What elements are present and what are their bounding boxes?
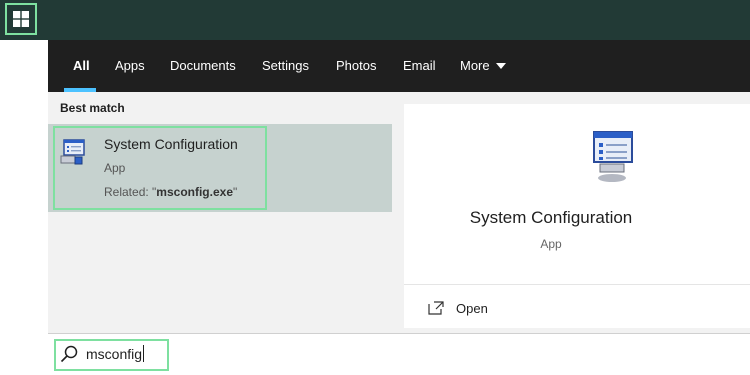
preview-title: System Configuration: [469, 208, 633, 227]
best-match-result[interactable]: System Configuration App Related: "mscon…: [48, 124, 392, 212]
search-tabs-bar: All Apps Documents Settings Photos Email…: [48, 40, 750, 92]
result-title: System Configuration: [104, 136, 238, 152]
search-input-value: msconfig: [86, 345, 143, 362]
tab-more-label: More: [460, 58, 490, 73]
preview-pane: System Configuration App Open: [404, 104, 750, 328]
result-type: App: [104, 161, 126, 175]
related-name: msconfig.exe: [156, 185, 233, 199]
windows-logo-icon: [13, 11, 29, 27]
tab-documents[interactable]: Documents: [170, 40, 236, 92]
search-icon: [60, 345, 78, 363]
result-related: Related: "msconfig.exe": [104, 185, 237, 199]
open-window-icon: [428, 301, 444, 315]
tab-settings[interactable]: Settings: [262, 40, 309, 92]
open-button[interactable]: Open: [428, 296, 488, 320]
best-match-heading: Best match: [60, 101, 125, 115]
search-bar[interactable]: msconfig: [48, 333, 750, 375]
system-configuration-icon: [60, 139, 85, 165]
search-panel: All Apps Documents Settings Photos Email…: [48, 40, 750, 375]
system-configuration-large-icon: [593, 131, 633, 182]
tab-all[interactable]: All: [73, 40, 90, 92]
tab-apps[interactable]: Apps: [115, 40, 145, 92]
tab-photos[interactable]: Photos: [336, 40, 376, 92]
search-input[interactable]: msconfig: [86, 345, 145, 362]
tab-more[interactable]: More: [460, 40, 506, 92]
preview-type: App: [540, 237, 562, 251]
chevron-down-icon: [495, 62, 506, 69]
taskbar: [0, 0, 750, 40]
text-cursor: [143, 345, 145, 362]
related-prefix: Related: ": [104, 185, 157, 199]
related-suffix: ": [233, 185, 238, 199]
open-label: Open: [456, 300, 488, 316]
start-button[interactable]: [5, 3, 37, 35]
tab-email[interactable]: Email: [403, 40, 436, 92]
tab-active-indicator: [64, 88, 96, 92]
preview-divider: [404, 284, 750, 285]
